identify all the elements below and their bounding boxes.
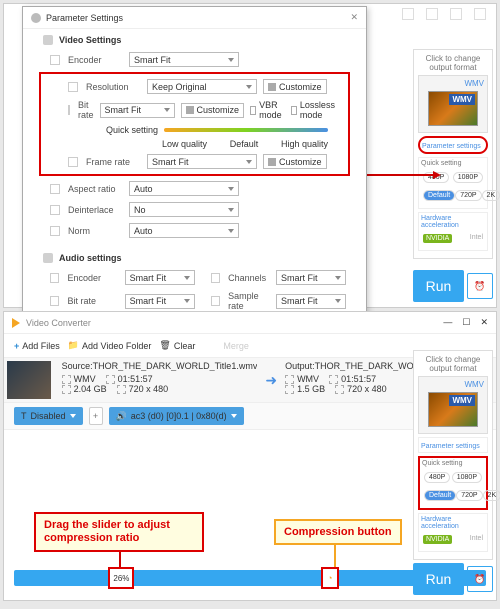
compression-button[interactable]: ◔ xyxy=(321,567,339,589)
bitrate-icon xyxy=(68,105,70,115)
deinterlace-select[interactable]: No xyxy=(129,202,239,217)
min-icon[interactable]: — xyxy=(443,317,452,328)
hw-accel-panel: Hardware acceleration NVIDIA Intel xyxy=(418,212,488,251)
res-720[interactable]: 720P xyxy=(455,190,481,201)
format-hdr: Click to change output format xyxy=(418,54,488,72)
res-480-2[interactable]: 480P xyxy=(424,472,450,483)
norm-select[interactable]: Auto xyxy=(129,223,239,238)
res-1080-2[interactable]: 1080P xyxy=(452,472,482,483)
close-icon-2[interactable]: ✕ xyxy=(480,317,488,328)
schedule-button[interactable]: ⏰ xyxy=(467,273,493,299)
video-section-icon xyxy=(43,35,53,45)
nvidia-badge-2[interactable]: NVIDIA xyxy=(423,535,452,544)
minimize-icon[interactable] xyxy=(450,8,462,20)
bitrate-customize[interactable]: Customize xyxy=(181,103,245,118)
dialog-title: Parameter Settings xyxy=(46,13,123,23)
resolution-customize[interactable]: Customize xyxy=(263,79,327,94)
close-icon[interactable] xyxy=(474,8,486,20)
icon-a[interactable] xyxy=(402,8,414,20)
add-folder-button[interactable]: 📁Add Video Folder xyxy=(68,340,152,351)
parameter-settings-dialog: Parameter Settings ✕ Video Settings Enco… xyxy=(22,6,367,359)
audio-section-icon xyxy=(43,253,53,263)
quick-setting-panel-2: Quick setting 480P 1080P Default 720P 2K xyxy=(418,456,488,510)
highlighted-settings: Resolution Keep Original Customize Bit r… xyxy=(39,72,350,176)
framerate-select[interactable]: Smart Fit xyxy=(147,154,257,169)
a-sample-select[interactable]: Smart Fit xyxy=(276,294,346,309)
run-button-2[interactable]: Run xyxy=(413,563,464,595)
clear-button[interactable]: 🗑Clear xyxy=(159,340,195,351)
intel-badge-2[interactable]: Intel xyxy=(470,535,483,544)
button-callout: Compression button xyxy=(274,519,402,545)
res-default-2[interactable]: Default xyxy=(424,490,456,501)
icon-b[interactable] xyxy=(426,8,438,20)
bitrate-select[interactable]: Smart Fit xyxy=(100,103,175,118)
format-box-2[interactable]: WMV xyxy=(418,376,488,434)
max-icon[interactable]: ☐ xyxy=(462,317,470,328)
quick-setting-panel: Quick setting 480P 1080P Default 720P 2K xyxy=(418,157,488,209)
resolution-select[interactable]: Keep Original xyxy=(147,79,257,94)
wmv-thumb-2 xyxy=(428,392,478,427)
hw-accel-panel-2: Hardware acceleration NVIDIA Intel xyxy=(418,513,488,552)
arrow-icon: ➜ xyxy=(265,372,277,389)
vbr-checkbox[interactable]: VBR mode xyxy=(250,100,285,120)
a-bitrate-select[interactable]: Smart Fit xyxy=(125,294,195,309)
encoder-icon xyxy=(50,55,60,65)
encoder-select[interactable]: Smart Fit xyxy=(129,52,239,67)
dialog-close-icon[interactable]: ✕ xyxy=(350,12,358,23)
parameter-settings-link[interactable]: Parameter settings xyxy=(418,136,488,154)
aspect-icon xyxy=(50,184,60,194)
wmv-thumb xyxy=(428,91,478,126)
a-encoder-select[interactable]: Smart Fit xyxy=(125,270,195,285)
annotation-arrow xyxy=(359,174,439,176)
res-1080[interactable]: 1080P xyxy=(453,172,483,183)
gear-icon xyxy=(31,13,41,23)
aspect-select[interactable]: Auto xyxy=(129,181,239,196)
a-encoder-icon xyxy=(50,273,59,283)
format-box[interactable]: WMV xyxy=(418,75,488,133)
a-bitrate-icon xyxy=(50,296,59,306)
subtitle-select[interactable]: TDisabled xyxy=(14,407,83,425)
slider-knob[interactable]: 26% xyxy=(108,567,134,589)
framerate-customize[interactable]: Customize xyxy=(263,154,327,169)
subtitle-add[interactable]: + xyxy=(89,407,103,425)
sample-icon xyxy=(211,296,220,306)
app-logo-icon xyxy=(12,318,20,328)
deinterlace-icon xyxy=(50,205,60,215)
add-files-button[interactable]: +Add Files xyxy=(14,341,60,351)
parameter-settings-link-2[interactable]: Parameter settings xyxy=(418,437,488,453)
channels-icon xyxy=(211,273,220,283)
framerate-icon xyxy=(68,157,78,167)
audio-track-select[interactable]: 🔊ac3 (d0) [0]0.1 | 0x80(d) xyxy=(109,407,244,425)
slider-callout: Drag the slider to adjust compression ra… xyxy=(34,512,204,552)
a-channels-select[interactable]: Smart Fit xyxy=(276,270,346,285)
res-720-2[interactable]: 720P xyxy=(456,490,482,501)
res-default[interactable]: Default xyxy=(423,190,455,201)
merge-button[interactable]: Merge xyxy=(223,341,249,351)
res-2k[interactable]: 2K xyxy=(482,190,500,201)
output-format-panel-2: Click to change output format WMV Parame… xyxy=(413,350,493,560)
video-thumbnail[interactable] xyxy=(7,361,51,399)
output-format-panel: Click to change output format WMV Parame… xyxy=(413,49,493,259)
quality-slider[interactable] xyxy=(164,128,328,132)
lossless-checkbox[interactable]: Lossless mode xyxy=(291,100,338,120)
schedule-button-2[interactable]: ⏰ xyxy=(467,566,493,592)
nvidia-badge[interactable]: NVIDIA xyxy=(423,234,452,243)
run-button[interactable]: Run xyxy=(413,270,464,302)
intel-badge[interactable]: Intel xyxy=(470,234,483,243)
resize-icon xyxy=(68,82,78,92)
res-2k-2[interactable]: 2K xyxy=(483,490,500,501)
norm-icon xyxy=(50,226,60,236)
app-title: Video Converter xyxy=(26,318,91,328)
